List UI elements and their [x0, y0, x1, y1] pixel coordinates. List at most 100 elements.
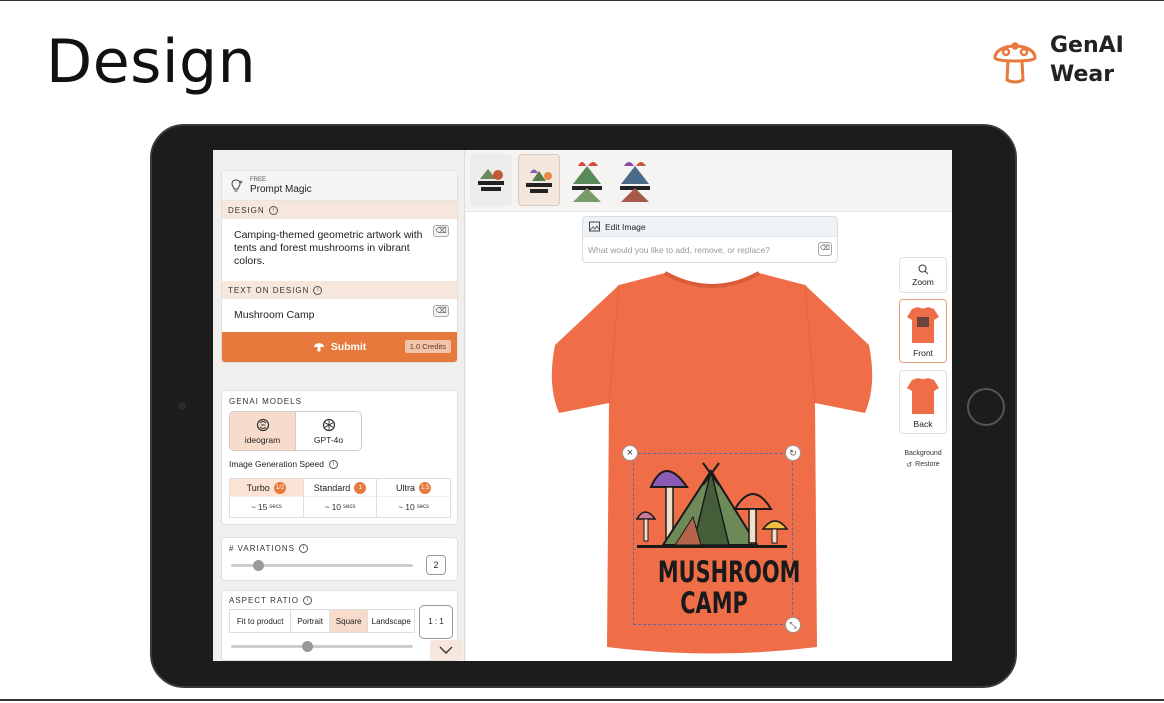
info-icon[interactable]: i	[302, 596, 312, 605]
aspect-slider-thumb[interactable]	[301, 641, 313, 652]
design-heading: DESIGN i	[222, 201, 457, 219]
text-on-design-field[interactable]: Mushroom Camp ⌫	[222, 299, 457, 332]
brand-line2: Wear	[1050, 62, 1115, 87]
submit-button[interactable]: Submit 1.0 Credits	[222, 332, 457, 362]
artwork-text: MUSHROOM CAMP	[657, 555, 801, 619]
scroll-down-button[interactable]	[430, 640, 462, 660]
text-on-design-heading: TEXT ON DESIGN i	[222, 281, 457, 299]
back-label: Back	[913, 418, 933, 429]
tshirt-back-icon	[907, 377, 939, 414]
models-card: GENAI MODELS ideogram GPT-4o Image Gener…	[221, 390, 458, 525]
zoom-button[interactable]: Zoom	[899, 257, 947, 293]
mushroom-icon	[313, 343, 324, 352]
speed-standard-unit: secs	[343, 504, 356, 510]
model-ideogram-button[interactable]: ideogram	[230, 412, 296, 450]
image-edit-icon	[589, 221, 600, 232]
resize-icon[interactable]: ⤡	[785, 617, 801, 633]
eraser-icon[interactable]: ⌫	[433, 305, 449, 317]
tablet-home-button[interactable]	[967, 388, 1005, 426]
speed-standard-badge: 1	[354, 481, 367, 494]
model-ideogram-label: ideogram	[244, 434, 281, 445]
info-icon[interactable]: i	[313, 285, 323, 295]
background-controls: Background ↺ Restore	[899, 441, 947, 477]
openai-icon	[322, 418, 335, 431]
tilde-icon: ~	[398, 502, 404, 512]
aspect-ratio-value: 1 : 1	[419, 605, 453, 639]
design-heading-label: DESIGN	[228, 205, 265, 215]
tilde-icon: ~	[324, 502, 330, 512]
brand-logo: GenAI Wear	[992, 31, 1124, 89]
prompt-magic-button[interactable]: FREE Prompt Magic	[222, 171, 457, 201]
design-thumbnail-image	[620, 162, 650, 202]
speed-standard-label: Standard	[313, 482, 351, 493]
models-heading-label: GENAI MODELS	[229, 397, 302, 406]
front-label: Front	[913, 347, 933, 358]
speed-ultra-badge: 1.5	[419, 481, 432, 494]
submit-label: Submit	[330, 341, 367, 353]
variations-heading-label: # VARIATIONS	[229, 544, 295, 553]
aspect-option-square[interactable]: Square	[329, 610, 369, 632]
thumbnail-1[interactable]	[470, 154, 512, 206]
slide-title: Design	[46, 27, 257, 97]
speed-turbo-unit: secs	[269, 504, 282, 510]
slide-bottom-border	[0, 699, 1164, 701]
model-gpt4o-button[interactable]: GPT-4o	[296, 412, 361, 450]
model-selector: ideogram GPT-4o	[229, 411, 362, 451]
design-prompt-text: Camping-themed geometric artwork with te…	[234, 229, 423, 267]
back-view-button[interactable]: Back	[899, 370, 947, 434]
aspect-option-landscape[interactable]: Landscape	[368, 610, 414, 632]
edit-image-input[interactable]	[588, 241, 818, 259]
design-card: FREE Prompt Magic DESIGN i Camping-theme…	[221, 170, 458, 363]
eraser-icon[interactable]: ⌫	[818, 242, 832, 256]
magnifier-icon	[917, 263, 928, 274]
speed-option-turbo[interactable]: Turbo 1/2 ~ 15 secs	[230, 479, 304, 517]
close-icon[interactable]: ×	[622, 445, 638, 461]
mushroom-logo-icon	[993, 42, 1037, 84]
info-icon[interactable]: i	[268, 205, 278, 215]
variations-card: # VARIATIONS i 2	[221, 537, 458, 581]
tshirt-front-icon	[907, 306, 939, 343]
variations-slider-thumb[interactable]	[252, 560, 264, 571]
speed-ultra-label: Ultra	[396, 482, 416, 493]
lightbulb-sparkle-icon	[231, 178, 243, 191]
speed-ultra-unit: secs	[416, 504, 430, 510]
speed-heading-label: Image Generation Speed	[229, 459, 324, 469]
front-view-button[interactable]: Front	[899, 299, 947, 363]
chevron-down-icon	[439, 646, 453, 654]
speed-ultra-time: 10	[405, 502, 415, 512]
thumbnail-3[interactable]	[566, 154, 608, 206]
design-canvas: Edit Image ⌫	[466, 212, 952, 661]
aspect-option-fit[interactable]: Fit to product	[230, 610, 292, 632]
speed-option-ultra[interactable]: Ultra 1.5 ~ 10 secs	[377, 479, 451, 517]
variations-thumbnail-strip	[466, 150, 952, 212]
thumbnail-2-selected[interactable]	[518, 154, 560, 206]
edit-image-header: Edit Image	[583, 217, 837, 237]
design-prompt-field[interactable]: Camping-themed geometric artwork with te…	[222, 219, 457, 281]
eraser-icon[interactable]: ⌫	[433, 225, 449, 237]
aspect-option-portrait[interactable]: Portrait	[291, 610, 330, 632]
text-on-design-value: Mushroom Camp	[234, 309, 315, 321]
variations-value[interactable]: 2	[426, 555, 446, 575]
speed-turbo-badge: 1/2	[273, 481, 287, 494]
aspect-slider[interactable]	[231, 645, 413, 648]
info-icon[interactable]: i	[328, 459, 338, 469]
models-heading: GENAI MODELS	[229, 397, 302, 406]
mushroom-camp-artwork	[635, 462, 789, 548]
thumbnail-4[interactable]	[614, 154, 656, 206]
restore-label: Restore	[915, 461, 940, 468]
aspect-ratio-selector: Fit to product Portrait Square Landscape	[229, 609, 415, 633]
speed-heading: Image Generation Speed i	[229, 459, 338, 469]
restore-button[interactable]: ↺ Restore	[906, 461, 939, 469]
rotate-icon[interactable]: ↻	[785, 445, 801, 461]
artwork-line1: MUSHROOM	[657, 555, 801, 589]
text-on-design-heading-label: TEXT ON DESIGN	[228, 285, 310, 295]
aspect-ratio-card: ASPECT RATIO i Fit to product Portrait S…	[221, 590, 458, 661]
ideogram-icon	[256, 418, 269, 431]
edit-image-panel: Edit Image ⌫	[582, 216, 838, 263]
speed-standard-time: 10	[331, 502, 342, 512]
left-panel: FREE Prompt Magic DESIGN i Camping-theme…	[213, 150, 465, 661]
speed-option-standard[interactable]: Standard 1 ~ 10 secs	[303, 479, 378, 517]
variations-heading: # VARIATIONS i	[229, 544, 308, 553]
info-icon[interactable]: i	[298, 544, 308, 553]
background-label: Background	[904, 449, 942, 457]
